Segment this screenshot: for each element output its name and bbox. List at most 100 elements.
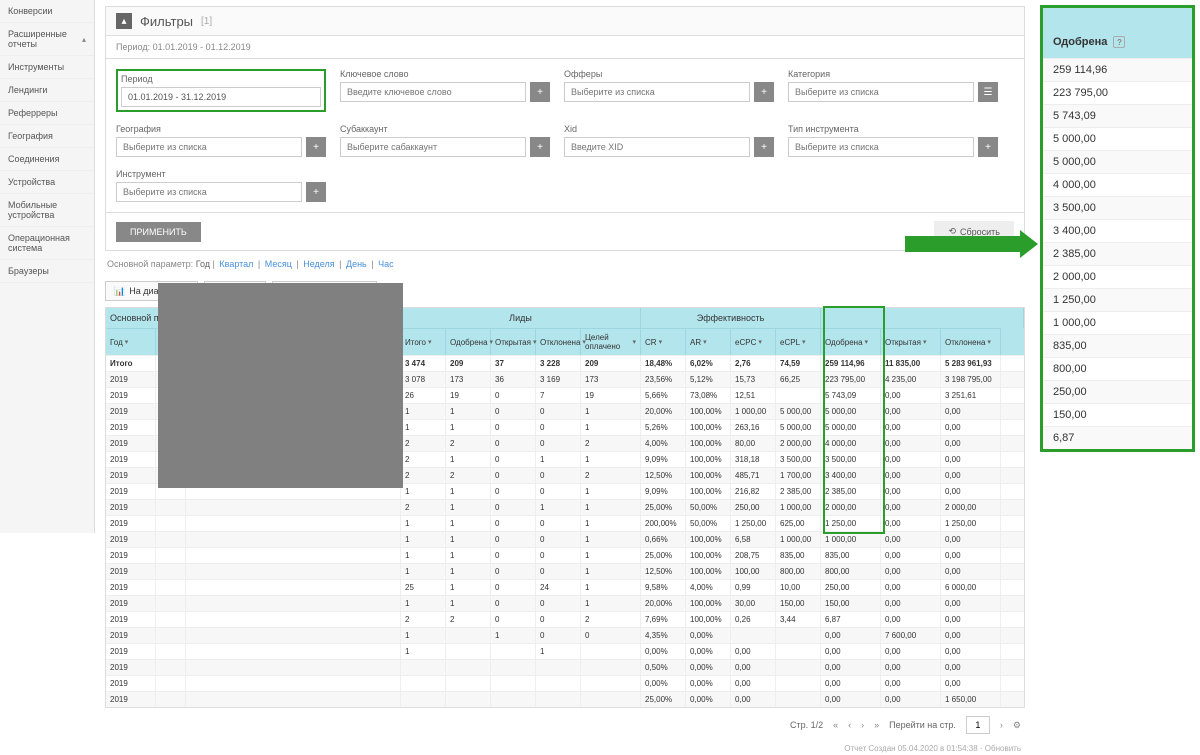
- th[interactable]: Итого▾: [401, 328, 446, 355]
- th[interactable]: Открытая▾: [491, 328, 536, 355]
- tool-type-select[interactable]: [788, 137, 974, 157]
- th[interactable]: Целей оплачено▾: [581, 328, 641, 355]
- table-row[interactable]: 20192101125,00%50,00%250,001 000,002 000…: [106, 499, 1024, 515]
- pager-go-icon[interactable]: ›: [1000, 720, 1003, 730]
- table-row[interactable]: 20191100125,00%100,00%208,75835,00835,00…: [106, 547, 1024, 563]
- settings-icon[interactable]: ⚙: [1013, 720, 1021, 731]
- cell-ecpl: 2 000,00: [776, 436, 821, 451]
- cell-fodob: 4 000,00: [821, 436, 881, 451]
- param-item[interactable]: Месяц: [265, 259, 292, 269]
- sidebar-item[interactable]: Устройства: [0, 171, 94, 194]
- th[interactable]: Год▾: [106, 328, 156, 355]
- cell-god: 2019: [106, 420, 156, 435]
- pager-last-icon[interactable]: »: [874, 720, 879, 730]
- sidebar-item[interactable]: Расширенные отчеты▴: [0, 23, 94, 56]
- cell-cel: 1: [581, 516, 641, 531]
- cell-cel: 1: [581, 404, 641, 419]
- cell-fotk: 0,00: [881, 564, 941, 579]
- table-row[interactable]: 20191100120,00%100,00%30,00150,00150,000…: [106, 595, 1024, 611]
- table-row[interactable]: 2019110,00%0,00%0,000,000,000,00: [106, 643, 1024, 659]
- help-icon[interactable]: ?: [1113, 36, 1125, 48]
- apply-button[interactable]: ПРИМЕНИТЬ: [116, 222, 201, 242]
- subaccount-select[interactable]: [340, 137, 526, 157]
- instrument-select[interactable]: [116, 182, 302, 202]
- xid-input[interactable]: [564, 137, 750, 157]
- param-item[interactable]: Год: [196, 259, 210, 269]
- category-select[interactable]: [788, 82, 974, 102]
- table-row[interactable]: 2019220027,69%100,00%0,263,446,870,000,0…: [106, 611, 1024, 627]
- add-icon[interactable]: +: [978, 137, 998, 157]
- add-icon[interactable]: +: [754, 82, 774, 102]
- sidebar-item[interactable]: География: [0, 125, 94, 148]
- cell-ecpc: 0,26: [731, 612, 776, 627]
- cell-ar: 100,00%: [686, 596, 731, 611]
- sidebar-item[interactable]: Браузеры: [0, 260, 94, 283]
- th[interactable]: Открытая▾: [881, 328, 941, 355]
- right-summary-panel: Одобрена ? 259 114,96223 795,005 743,095…: [1040, 5, 1195, 452]
- th[interactable]: eCPC▾: [731, 328, 776, 355]
- geo-select[interactable]: [116, 137, 302, 157]
- add-icon[interactable]: +: [754, 137, 774, 157]
- table-row[interactable]: 2019110010,66%100,00%6,581 000,001 000,0…: [106, 531, 1024, 547]
- pager-prev-icon[interactable]: ‹: [848, 720, 851, 730]
- table-row[interactable]: 201911001200,00%50,00%1 250,00625,001 25…: [106, 515, 1024, 531]
- cell-ecpl: 800,00: [776, 564, 821, 579]
- pager-page-input[interactable]: [966, 716, 990, 734]
- list-icon[interactable]: ☰: [978, 82, 998, 102]
- add-icon[interactable]: +: [530, 137, 550, 157]
- cell-cel: 209: [581, 356, 641, 371]
- cell-god: 2019: [106, 596, 156, 611]
- collapse-icon[interactable]: ▴: [116, 13, 132, 29]
- param-item[interactable]: Неделя: [303, 259, 334, 269]
- cell-itogo: 2: [401, 436, 446, 451]
- cell-god: 2019: [106, 628, 156, 643]
- sidebar-item[interactable]: Лендинги: [0, 79, 94, 102]
- cell-id: [156, 692, 186, 707]
- sidebar-item[interactable]: Конверсии: [0, 0, 94, 23]
- table-row[interactable]: 20190,00%0,00%0,000,000,000,00: [106, 675, 1024, 691]
- th[interactable]: Отклонена▾: [941, 328, 1001, 355]
- pager-first-icon[interactable]: «: [833, 720, 838, 730]
- right-panel-value: 5 000,00: [1043, 150, 1192, 173]
- cell-ar: 0,00%: [686, 628, 731, 643]
- pager-next-icon[interactable]: ›: [861, 720, 864, 730]
- add-icon[interactable]: +: [306, 137, 326, 157]
- table-row[interactable]: 201925102419,58%4,00%0,9910,00250,000,00…: [106, 579, 1024, 595]
- right-panel-value: 150,00: [1043, 403, 1192, 426]
- offers-select[interactable]: [564, 82, 750, 102]
- cell-ecpc: 1 000,00: [731, 404, 776, 419]
- th[interactable]: Одобрена▾: [821, 328, 881, 355]
- cell-itogo: [401, 660, 446, 675]
- sidebar-item[interactable]: Инструменты: [0, 56, 94, 79]
- table-row[interactable]: 20190,50%0,00%0,000,000,000,00: [106, 659, 1024, 675]
- param-item[interactable]: Квартал: [219, 259, 253, 269]
- keyword-input[interactable]: [340, 82, 526, 102]
- cell-cr: 5,66%: [641, 388, 686, 403]
- period-input[interactable]: [121, 87, 321, 107]
- table-row[interactable]: 201911004,35%0,00%0,007 600,000,00: [106, 627, 1024, 643]
- th[interactable]: Отклонена▾: [536, 328, 581, 355]
- cell-ar: 5,12%: [686, 372, 731, 387]
- param-item[interactable]: Час: [378, 259, 394, 269]
- add-icon[interactable]: +: [306, 182, 326, 202]
- sidebar-item[interactable]: Операционная система: [0, 227, 94, 260]
- sidebar-item[interactable]: Мобильные устройства: [0, 194, 94, 227]
- table-row[interactable]: 20191100112,50%100,00%100,00800,00800,00…: [106, 563, 1024, 579]
- th[interactable]: AR▾: [686, 328, 731, 355]
- table-row[interactable]: 201925,00%0,00%0,000,000,001 650,00: [106, 691, 1024, 707]
- cell-fotkl: 0,00: [941, 468, 1001, 483]
- sidebar-item[interactable]: Соединения: [0, 148, 94, 171]
- cell-ecpl: 5 000,00: [776, 404, 821, 419]
- cell-fotkl: 1 250,00: [941, 516, 1001, 531]
- add-icon[interactable]: +: [530, 82, 550, 102]
- param-item[interactable]: День: [346, 259, 367, 269]
- cell-itogo: 3 474: [401, 356, 446, 371]
- th[interactable]: CR▾: [641, 328, 686, 355]
- th[interactable]: eCPL▾: [776, 328, 821, 355]
- filter-xid: Xid +: [564, 124, 774, 157]
- cell-cel: 2: [581, 436, 641, 451]
- cell-fotkl: 0,00: [941, 532, 1001, 547]
- cell-otkl: 0: [536, 404, 581, 419]
- sidebar-item[interactable]: Реферреры: [0, 102, 94, 125]
- th[interactable]: Одобрена▾: [446, 328, 491, 355]
